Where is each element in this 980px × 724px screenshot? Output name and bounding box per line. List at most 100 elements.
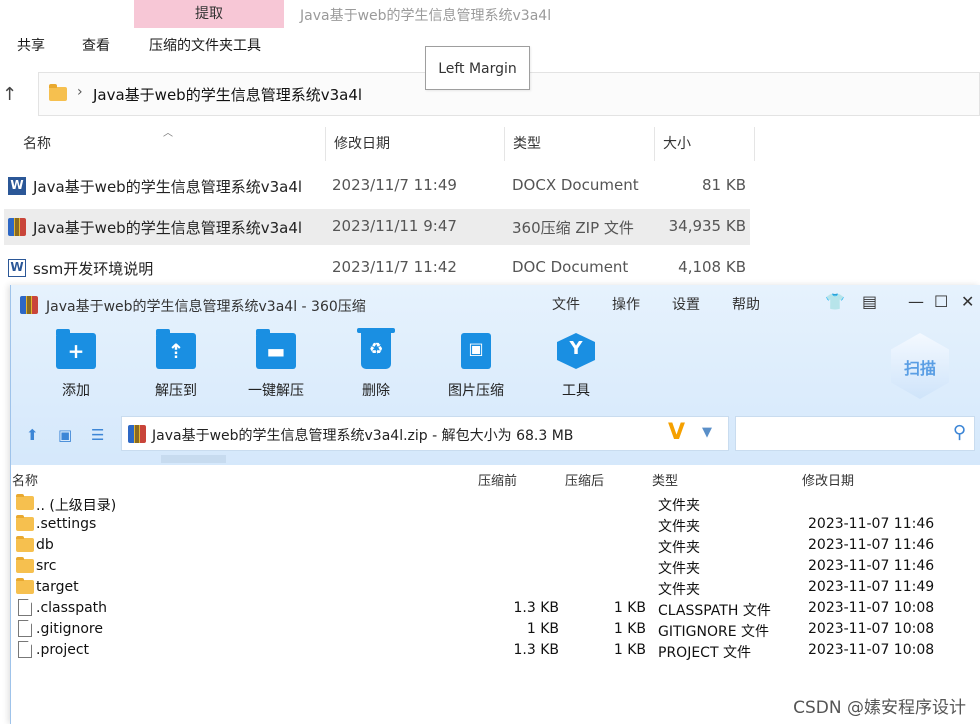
tool-label: 解压到 bbox=[155, 383, 197, 399]
zip-header: Java基于web的学生信息管理系统v3a4l - 360压缩 文件 操作 设置… bbox=[11, 285, 980, 465]
folder-icon bbox=[16, 578, 34, 594]
zip-column-compressed[interactable]: 压缩后 bbox=[565, 470, 604, 489]
file-size: 81 KB bbox=[702, 176, 746, 194]
zip-row[interactable]: .. (上级目录) 文件夹 bbox=[11, 493, 980, 514]
zip-row-date: 2023-11-07 10:08 bbox=[808, 600, 935, 616]
column-header-type[interactable]: 类型 bbox=[505, 127, 655, 161]
tool-label: 一键解压 bbox=[248, 383, 304, 399]
zip-row-type: 文件夹 bbox=[658, 561, 700, 577]
zip-menu-help[interactable]: 帮助 bbox=[732, 294, 760, 314]
zip-row-name: .project bbox=[36, 642, 90, 658]
delete-button[interactable]: ♻ 删除 bbox=[336, 328, 416, 403]
zip-row-date: 2023-11-07 11:46 bbox=[808, 537, 935, 553]
zip-address-bar[interactable]: Java基于web的学生信息管理系统v3a4l.zip - 解包大小为 68.3… bbox=[121, 416, 729, 451]
v-logo-icon[interactable]: V bbox=[668, 420, 685, 445]
zip-row-type: PROJECT 文件 bbox=[658, 645, 751, 661]
column-header-date[interactable]: 修改日期 bbox=[326, 127, 505, 161]
file-icon bbox=[18, 620, 32, 637]
file-date: 2023/11/7 11:49 bbox=[332, 176, 457, 194]
ribbon-tab-extract[interactable]: 提取 bbox=[134, 0, 284, 28]
menu-compressed-folder-tools[interactable]: 压缩的文件夹工具 bbox=[149, 35, 261, 55]
zip-row-name: src bbox=[36, 558, 57, 574]
zip-row-type: 文件夹 bbox=[658, 540, 700, 556]
tool-label: 工具 bbox=[562, 383, 590, 399]
zip-menu-settings[interactable]: 设置 bbox=[672, 294, 700, 314]
zip-row-name: db bbox=[36, 537, 54, 553]
folder-icon bbox=[49, 84, 67, 101]
up-arrow-icon[interactable]: ↑ bbox=[2, 84, 17, 105]
file-row[interactable]: W ssm开发环境说明 2023/11/7 11:42 DOC Document… bbox=[4, 250, 750, 286]
file-row-selected[interactable]: Java基于web的学生信息管理系统v3a4l 2023/11/11 9:47 … bbox=[4, 209, 750, 245]
zip-icon bbox=[128, 425, 146, 443]
column-header-size[interactable]: 大小 bbox=[655, 127, 755, 161]
skin-icon[interactable]: 👕 bbox=[825, 292, 845, 311]
zip-row[interactable]: db 文件夹 2023-11-07 11:46 bbox=[11, 535, 980, 556]
zip-menu-file[interactable]: 文件 bbox=[552, 294, 580, 314]
extract-to-button[interactable]: ⇡ 解压到 bbox=[136, 329, 216, 403]
file-icon bbox=[18, 641, 32, 658]
zip-menu-operate[interactable]: 操作 bbox=[612, 294, 640, 314]
add-button[interactable]: + 添加 bbox=[36, 329, 116, 403]
zip-row-type: CLASSPATH 文件 bbox=[658, 603, 771, 619]
watermark: CSDN @嫊安程序设计 bbox=[793, 698, 966, 718]
file-type: 360压缩 ZIP 文件 bbox=[512, 219, 634, 237]
search-input[interactable]: ⚲ bbox=[735, 416, 975, 451]
zip-row-name: .classpath bbox=[36, 600, 108, 616]
file-icon bbox=[18, 599, 32, 616]
list-view-icon[interactable]: ☰ bbox=[91, 426, 104, 444]
image-compress-button[interactable]: ▣ 图片压缩 bbox=[436, 333, 516, 403]
column-header-name[interactable]: 名称 bbox=[15, 127, 326, 161]
tools-button[interactable]: Y 工具 bbox=[536, 333, 616, 403]
folder-icon bbox=[16, 494, 34, 510]
file-date: 2023/11/7 11:42 bbox=[332, 258, 457, 276]
zip-column-type[interactable]: 类型 bbox=[652, 470, 678, 489]
zip-row-compressed-size: 1 KB bbox=[613, 600, 646, 616]
search-icon[interactable]: ⚲ bbox=[953, 422, 966, 443]
tool-label: 添加 bbox=[62, 383, 90, 399]
zip-row-original-size: 1.3 KB bbox=[513, 600, 560, 616]
zip-row-date: 2023-11-07 11:46 bbox=[808, 558, 935, 574]
chevron-down-icon[interactable]: ▼ bbox=[702, 425, 712, 440]
extract-icon: ⇡ bbox=[156, 329, 196, 369]
folder-icon bbox=[16, 515, 34, 531]
zip-row[interactable]: .gitignore 1 KB 1 KB GITIGNORE 文件 2023-1… bbox=[11, 619, 980, 640]
menu-share[interactable]: 共享 bbox=[17, 35, 45, 55]
tool-label: 图片压缩 bbox=[448, 383, 504, 399]
folder-icon bbox=[16, 536, 34, 552]
zip-row-compressed-size: 1 KB bbox=[613, 621, 646, 637]
zip-row[interactable]: .classpath 1.3 KB 1 KB CLASSPATH 文件 2023… bbox=[11, 598, 980, 619]
file-row[interactable]: W Java基于web的学生信息管理系统v3a4l 2023/11/7 11:4… bbox=[4, 168, 750, 204]
zip-row-original-size: 1 KB bbox=[526, 621, 559, 637]
maximize-icon[interactable]: ☐ bbox=[934, 292, 948, 311]
zip-path: Java基于web的学生信息管理系统v3a4l.zip - 解包大小为 68.3… bbox=[152, 428, 574, 444]
close-icon[interactable]: ✕ bbox=[961, 292, 974, 311]
zip-row[interactable]: .settings 文件夹 2023-11-07 11:46 bbox=[11, 514, 980, 535]
tools-icon: Y bbox=[557, 333, 595, 369]
zip-column-name[interactable]: 名称 bbox=[12, 470, 38, 489]
tooltip: Left Margin bbox=[425, 46, 530, 90]
zip-column-original[interactable]: 压缩前 bbox=[478, 470, 517, 489]
zip-row-name: .settings bbox=[36, 516, 97, 532]
zip-row[interactable]: .project 1.3 KB 1 KB PROJECT 文件 2023-11-… bbox=[11, 640, 980, 661]
minimize-icon[interactable]: — bbox=[908, 292, 924, 311]
zip-window-title: Java基于web的学生信息管理系统v3a4l - 360压缩 bbox=[46, 299, 366, 315]
file-name: ssm开发环境说明 bbox=[33, 260, 154, 278]
file-size: 4,108 KB bbox=[678, 258, 746, 276]
one-click-extract-button[interactable]: ▬ 一键解压 bbox=[236, 329, 316, 403]
zip-app-icon bbox=[20, 296, 38, 314]
window-title: Java基于web的学生信息管理系统v3a4l bbox=[300, 8, 552, 24]
zip-row-name: .. (上级目录) bbox=[36, 498, 117, 514]
up-level-icon[interactable]: ⬆ bbox=[26, 426, 39, 444]
feedback-icon[interactable]: ▤ bbox=[862, 292, 877, 311]
thumbnail-view-icon[interactable]: ▣ bbox=[58, 426, 72, 444]
zip-row-type: 文件夹 bbox=[658, 582, 700, 598]
zip-row[interactable]: target 文件夹 2023-11-07 11:49 bbox=[11, 577, 980, 598]
zip-row-date: 2023-11-07 11:46 bbox=[808, 516, 935, 532]
horizontal-scroll-thumb[interactable] bbox=[161, 455, 226, 463]
menu-view[interactable]: 查看 bbox=[82, 35, 110, 55]
zip-row[interactable]: src 文件夹 2023-11-07 11:46 bbox=[11, 556, 980, 577]
zip-row-name: .gitignore bbox=[36, 621, 103, 637]
scan-button[interactable]: 扫描 bbox=[891, 333, 949, 399]
zip-column-date[interactable]: 修改日期 bbox=[802, 470, 854, 489]
scan-label: 扫描 bbox=[903, 359, 936, 378]
